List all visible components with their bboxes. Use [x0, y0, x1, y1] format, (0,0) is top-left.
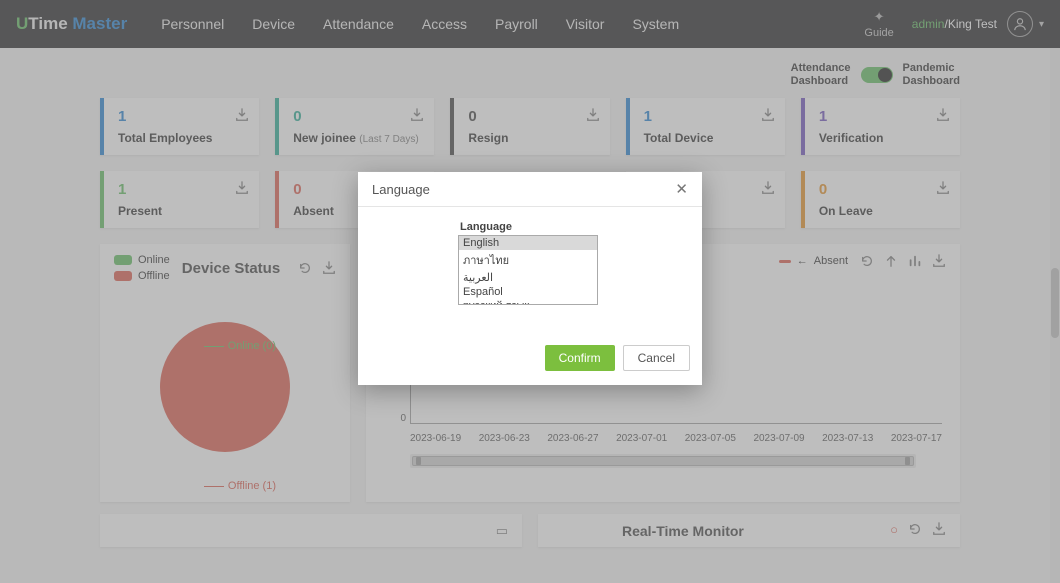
language-field-label: Language [460, 221, 662, 233]
cancel-button[interactable]: Cancel [623, 345, 690, 371]
close-icon[interactable]: ✕ [675, 180, 688, 198]
confirm-button[interactable]: Confirm [545, 345, 615, 371]
language-option[interactable]: English [459, 236, 597, 250]
language-modal: Language ✕ Language English ภาษาไทย العر… [358, 172, 702, 385]
modal-title: Language [372, 182, 430, 197]
language-option[interactable]: Español [459, 285, 597, 299]
modal-overlay[interactable]: Language ✕ Language English ภาษาไทย العر… [0, 0, 1060, 583]
language-option[interactable]: русский язык [459, 299, 597, 305]
language-select[interactable]: English ภาษาไทย العربية Español русский … [458, 235, 598, 305]
language-option[interactable]: العربية [459, 270, 597, 285]
language-option[interactable]: ภาษาไทย [459, 250, 597, 270]
